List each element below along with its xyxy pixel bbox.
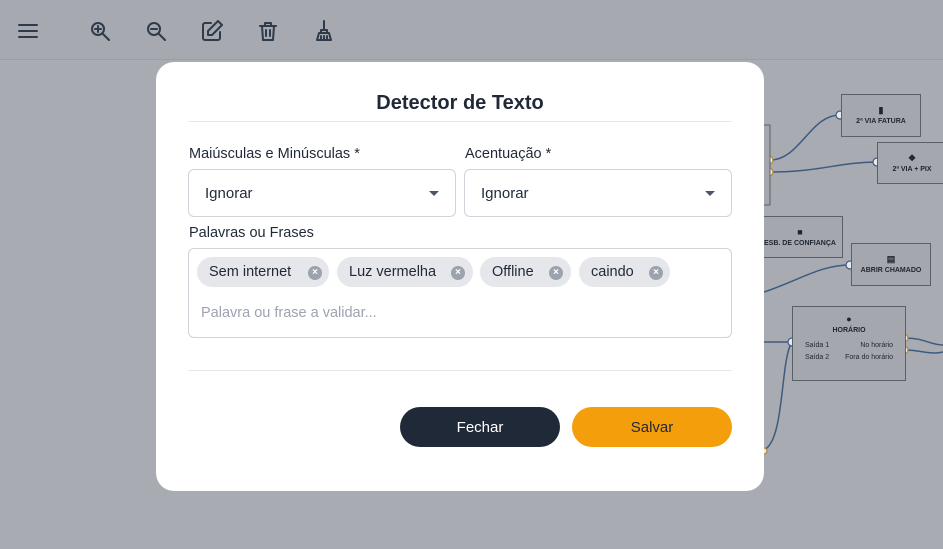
words-label: Palavras ou Frases	[189, 225, 314, 241]
case-label: Maiúsculas e Minúsculas *	[189, 146, 360, 162]
tag-chip: Luz vermelha ×	[337, 257, 473, 287]
accent-select[interactable]: Ignorar	[464, 169, 732, 217]
tag-chip: caindo ×	[579, 257, 670, 287]
save-button[interactable]: Salvar	[572, 407, 732, 447]
tag-chip: Sem internet ×	[197, 257, 329, 287]
remove-tag-icon[interactable]: ×	[451, 266, 465, 280]
modal-title: Detector de Texto	[376, 92, 544, 114]
caret-down-icon	[705, 191, 715, 196]
case-select-value: Ignorar	[205, 184, 253, 202]
remove-tag-icon[interactable]: ×	[549, 266, 563, 280]
close-button[interactable]: Fechar	[400, 407, 560, 447]
text-detector-modal: Detector de Texto Maiúsculas e Minúscula…	[156, 62, 764, 491]
remove-tag-icon[interactable]: ×	[308, 266, 322, 280]
tags-input-box[interactable]: Sem internet × Luz vermelha × Offline × …	[188, 248, 732, 338]
case-select[interactable]: Ignorar	[188, 169, 456, 217]
tag-text-input[interactable]	[201, 305, 721, 321]
title-divider	[188, 121, 732, 122]
tag-chip: Offline ×	[480, 257, 571, 287]
remove-tag-icon[interactable]: ×	[649, 266, 663, 280]
accent-select-value: Ignorar	[481, 184, 529, 202]
accent-label: Acentuação *	[465, 146, 552, 162]
footer-divider	[188, 370, 732, 371]
caret-down-icon	[429, 191, 439, 196]
